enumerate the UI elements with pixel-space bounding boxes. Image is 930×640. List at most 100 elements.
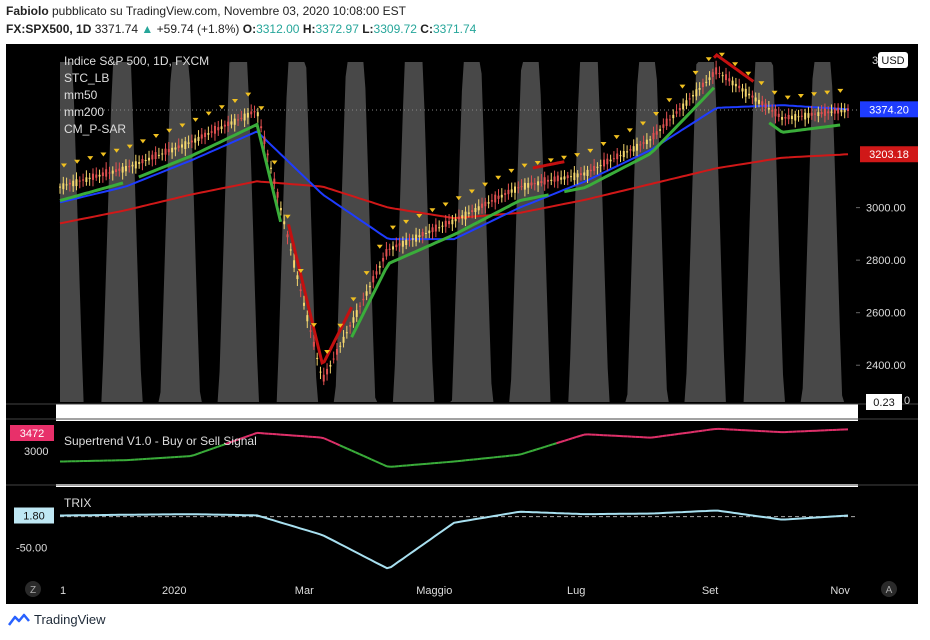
candle-body	[392, 246, 395, 250]
supertrend-buy-segment	[193, 452, 199, 457]
supertrend-sell-segment	[702, 429, 707, 432]
stc-tail: 0	[904, 395, 910, 407]
candle-body	[230, 121, 233, 125]
supertrend-sell-segment	[666, 433, 671, 437]
candle-body	[78, 180, 81, 182]
candle-body	[82, 179, 85, 181]
candle-body	[306, 315, 309, 322]
candle-body	[411, 238, 414, 240]
candle-body	[695, 89, 698, 97]
candle-body	[293, 260, 296, 268]
supertrend-buy-segment	[209, 447, 214, 451]
candle-body	[721, 75, 724, 77]
candle-body	[477, 206, 480, 211]
candle-body	[200, 134, 203, 139]
candle-body	[434, 224, 437, 232]
trix-pane[interactable]	[56, 487, 858, 576]
candle-body	[151, 154, 154, 160]
brand-name: TradingView	[34, 612, 106, 627]
supertrend-sell-segment	[698, 429, 703, 433]
candle-body	[444, 220, 447, 227]
candle-body	[454, 218, 457, 222]
candle-body	[556, 175, 559, 182]
supertrend-sell-segment	[686, 431, 691, 434]
candle-body	[118, 168, 121, 171]
candle-body	[573, 172, 576, 181]
candle-body	[599, 165, 602, 167]
time-axis[interactable]	[6, 576, 918, 604]
candle-body	[72, 180, 75, 187]
candle-body	[810, 112, 813, 116]
candle-body	[761, 101, 764, 106]
candle-body	[665, 118, 668, 126]
candle-body	[790, 115, 793, 120]
supertrend-value: 3472	[20, 428, 44, 440]
candle-body	[767, 108, 770, 110]
stc-value: 0.23	[873, 397, 894, 409]
candle-body	[128, 166, 131, 168]
candle-body	[513, 186, 516, 193]
candle-body	[814, 113, 817, 115]
candle-body	[88, 177, 91, 180]
candle-body	[210, 131, 213, 133]
supertrend-sell-segment	[579, 433, 585, 437]
candle-body	[744, 88, 747, 97]
candle-body	[144, 160, 147, 162]
candle-body	[240, 117, 243, 119]
candle-body	[154, 152, 157, 160]
candle-body	[510, 189, 513, 193]
candle-body	[467, 212, 470, 214]
candle-body	[494, 194, 497, 203]
candle-body	[273, 178, 276, 184]
candle-body	[372, 276, 375, 283]
candle-body	[223, 124, 226, 127]
ma200-price-value: 3203.18	[869, 149, 909, 161]
trix-value: 1.80	[23, 511, 44, 523]
supertrend-sell-segment	[319, 436, 325, 440]
candle-body	[652, 132, 655, 140]
candle-body	[711, 72, 714, 77]
candle-body	[309, 330, 312, 332]
candle-body	[820, 112, 823, 115]
candle-body	[593, 165, 596, 171]
supertrend-buy-segment	[540, 445, 545, 450]
candle-body	[579, 173, 582, 176]
candle-body	[655, 131, 658, 135]
chart-canvas[interactable]: Indice S&P 500, 1D, FXCM STC_LB mm50 mm2…	[0, 0, 930, 640]
candle-body	[550, 179, 553, 182]
candle-body	[764, 103, 767, 109]
candle-body	[787, 114, 790, 120]
candle-body	[708, 77, 711, 81]
candle-body	[520, 186, 523, 188]
supertrend-buy-segment	[516, 453, 522, 456]
candle-body	[91, 173, 94, 180]
candle-body	[751, 95, 754, 98]
candle-body	[246, 112, 249, 118]
time-label: Set	[702, 585, 719, 597]
candle-body	[157, 154, 160, 156]
candle-body	[187, 142, 190, 144]
candle-body	[365, 291, 368, 296]
candle-body	[675, 111, 678, 114]
candle-body	[253, 111, 256, 113]
candle-body	[546, 179, 549, 182]
candle-body	[65, 184, 68, 186]
candle-body	[395, 244, 398, 248]
candle-body	[382, 257, 385, 262]
candle-body	[266, 153, 269, 156]
candle-body	[68, 182, 71, 185]
candle-body	[784, 116, 787, 119]
candle-body	[642, 142, 645, 144]
candle-body	[738, 85, 741, 89]
candle-body	[286, 234, 289, 238]
candle-body	[530, 182, 533, 186]
candle-body	[243, 113, 246, 121]
candle-body	[471, 210, 474, 213]
candle-body	[207, 133, 210, 135]
candle-body	[260, 126, 263, 129]
candle-body	[754, 97, 757, 102]
candle-body	[645, 139, 648, 145]
candle-body	[448, 221, 451, 225]
candle-body	[299, 289, 302, 292]
candle-body	[319, 371, 322, 373]
